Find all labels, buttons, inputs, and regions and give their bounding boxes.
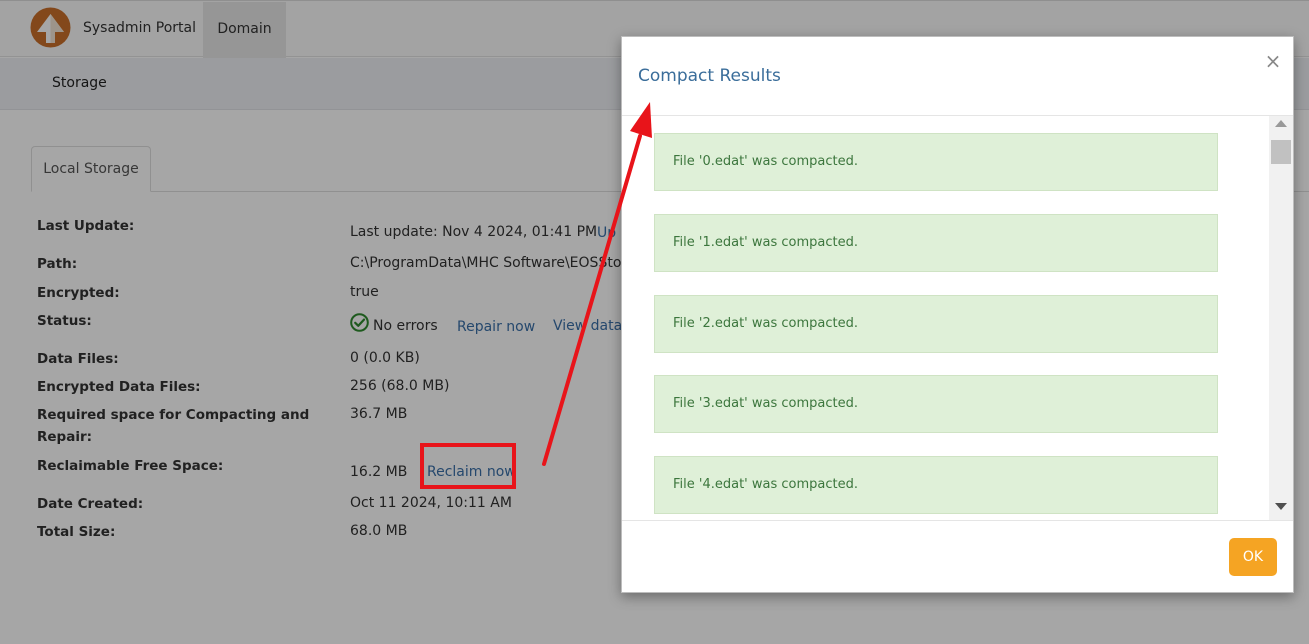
- result-alert: File '4.edat' was compacted.: [654, 456, 1218, 514]
- result-alert: File '1.edat' was compacted.: [654, 214, 1218, 272]
- compact-results-dialog: Compact Results × File '0.edat' was comp…: [621, 36, 1294, 593]
- dialog-footer-divider: [622, 520, 1293, 521]
- annotation-highlight-box: [420, 443, 516, 489]
- result-alert: File '0.edat' was compacted.: [654, 133, 1218, 191]
- close-icon[interactable]: ×: [1262, 50, 1284, 72]
- scroll-up-arrow-icon[interactable]: [1275, 120, 1287, 127]
- ok-button[interactable]: OK: [1229, 538, 1277, 576]
- scrollbar-thumb[interactable]: [1271, 140, 1291, 164]
- result-alert: File '2.edat' was compacted.: [654, 295, 1218, 353]
- result-alert: File '3.edat' was compacted.: [654, 375, 1218, 433]
- scroll-down-arrow-icon[interactable]: [1275, 503, 1287, 510]
- dialog-body[interactable]: File '0.edat' was compacted. File '1.eda…: [622, 116, 1293, 520]
- dialog-title: Compact Results: [638, 66, 781, 86]
- scrollbar-track[interactable]: [1269, 116, 1293, 520]
